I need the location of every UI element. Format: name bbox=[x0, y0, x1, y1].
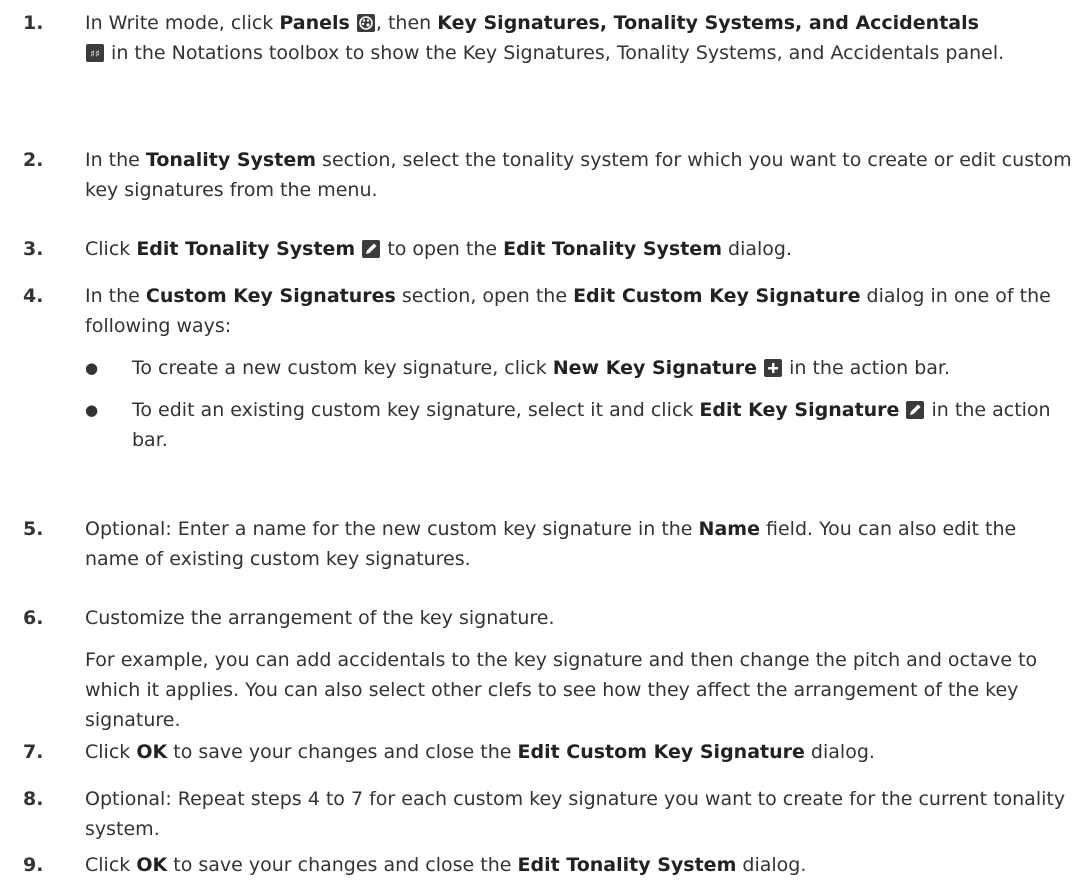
ui-term: New Key Signature bbox=[552, 357, 758, 379]
step-text: In Write mode, click Panels , then Key S… bbox=[85, 8, 1076, 68]
text: in the action bar. bbox=[783, 357, 951, 379]
pencil-icon bbox=[906, 401, 925, 419]
text: Click bbox=[85, 238, 137, 260]
list-item: ● To edit an existing custom key signatur… bbox=[85, 395, 1076, 455]
step-text: In the Custom Key Signatures section, op… bbox=[85, 281, 1076, 455]
ui-term: Tonality System bbox=[145, 149, 316, 171]
step-number: 2. bbox=[23, 149, 44, 171]
text: In Write mode, click bbox=[85, 12, 280, 34]
ui-term: Edit Custom Key Signature bbox=[517, 741, 805, 763]
ui-term: Panels bbox=[279, 12, 350, 34]
text: In the bbox=[85, 149, 146, 171]
step-number: 1. bbox=[23, 12, 44, 34]
text: Click bbox=[85, 854, 137, 876]
sharp-accidentals-icon: ♯♯ bbox=[86, 44, 104, 62]
step-text: Click OK to save your changes and close … bbox=[85, 737, 1076, 767]
step-number: 9. bbox=[23, 854, 44, 876]
bullet-icon: ● bbox=[85, 401, 99, 419]
ui-term: Name bbox=[698, 518, 760, 540]
step-text: Optional: Enter a name for the new custo… bbox=[85, 514, 1076, 574]
text: section, open the bbox=[395, 285, 574, 307]
step-number: 6. bbox=[23, 607, 44, 629]
step-text: Click Edit Tonality System to open the E… bbox=[85, 234, 1076, 264]
step-text: Click OK to save your changes and close … bbox=[85, 850, 1076, 880]
ui-term: Edit Tonality System bbox=[503, 238, 722, 260]
text: to open the bbox=[387, 238, 504, 260]
text: In the bbox=[85, 285, 146, 307]
text: For example, you can add accidentals to … bbox=[85, 649, 1038, 731]
step-number: 3. bbox=[23, 238, 44, 260]
text: in the Notations toolbox to show the Key… bbox=[105, 42, 1005, 64]
ui-term: Edit Tonality System bbox=[136, 238, 356, 260]
step-number: 5. bbox=[23, 518, 44, 540]
step-number: 4. bbox=[23, 285, 44, 307]
list-item: ● To create a new custom key signature, c… bbox=[85, 353, 1076, 383]
text: to save your changes and close the bbox=[167, 741, 518, 763]
text: Customize the arrangement of the key sig… bbox=[85, 607, 555, 629]
svg-text:♯♯: ♯♯ bbox=[90, 49, 100, 60]
text: To edit an existing custom key signature… bbox=[132, 399, 700, 421]
instructions-document: 1. In Write mode, click Panels , then Ke… bbox=[0, 0, 1088, 876]
text: Click bbox=[85, 741, 137, 763]
text: Optional: Repeat steps 4 to 7 for each c… bbox=[85, 788, 1066, 840]
text: To create a new custom key signature, cl… bbox=[132, 357, 553, 379]
text: dialog. bbox=[804, 741, 875, 763]
ui-term: Edit Key Signature bbox=[699, 399, 900, 421]
ui-term: Edit Tonality System bbox=[517, 854, 737, 876]
plus-icon bbox=[764, 359, 783, 377]
ui-term: Edit Custom Key Signature bbox=[573, 285, 861, 307]
step-number: 7. bbox=[23, 741, 44, 763]
bullet-list: ● To create a new custom key signature, c… bbox=[85, 353, 1076, 455]
pencil-icon bbox=[362, 240, 381, 258]
text: , then bbox=[375, 12, 438, 34]
ui-term: OK bbox=[136, 854, 168, 876]
text: dialog. bbox=[722, 238, 793, 260]
text: dialog. bbox=[736, 854, 807, 876]
step-number: 8. bbox=[23, 788, 44, 810]
ui-term: Key Signatures, Tonality Systems, and Ac… bbox=[437, 12, 979, 34]
text: to save your changes and close the bbox=[167, 854, 518, 876]
ui-term: OK bbox=[136, 741, 168, 763]
bullet-icon: ● bbox=[85, 359, 99, 377]
ui-term: Custom Key Signatures bbox=[145, 285, 396, 307]
text: Optional: Enter a name for the new custo… bbox=[85, 518, 699, 540]
step-text: Customize the arrangement of the key sig… bbox=[85, 603, 1076, 735]
step-text: In the Tonality System section, select t… bbox=[85, 145, 1076, 205]
palette-icon bbox=[356, 14, 375, 32]
step-text: Optional: Repeat steps 4 to 7 for each c… bbox=[85, 784, 1076, 844]
